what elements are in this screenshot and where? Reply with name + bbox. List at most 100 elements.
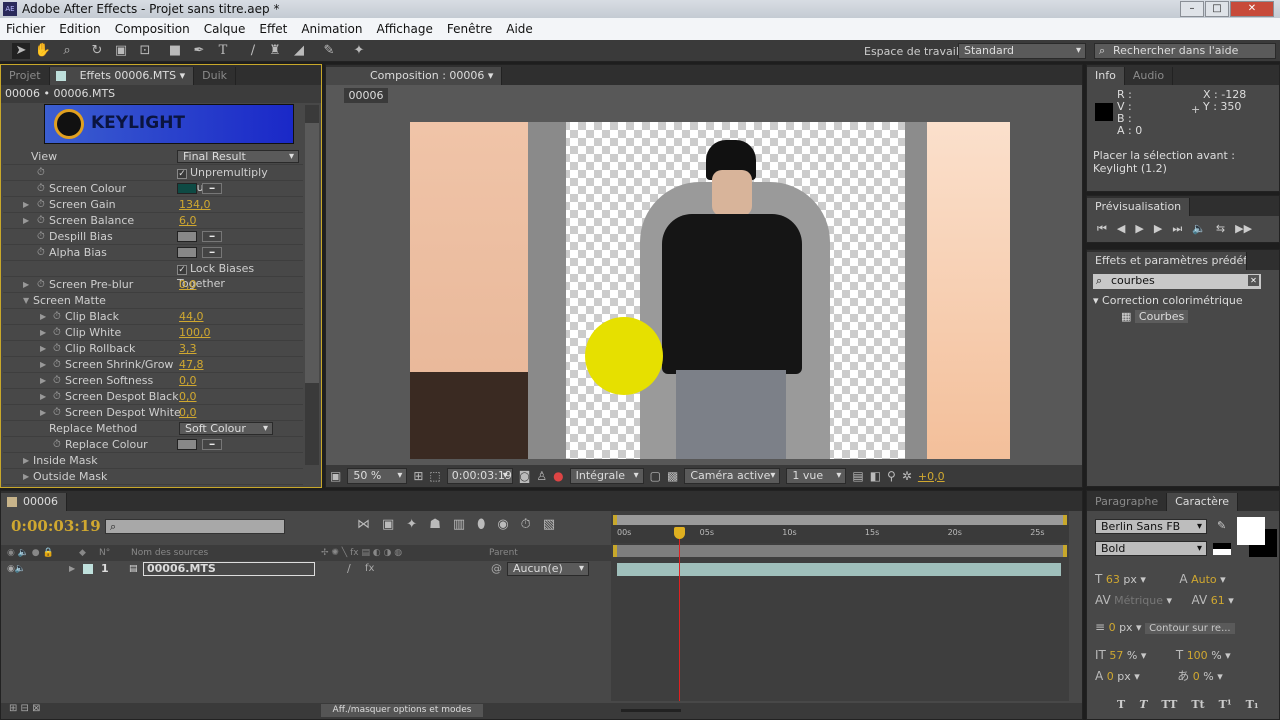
expand-triangle-icon[interactable]: ▶ (23, 277, 29, 292)
layer-duration-bar[interactable] (617, 563, 1061, 576)
vscale-value[interactable]: 57 (1109, 649, 1123, 662)
prop-value[interactable]: 100,0 (179, 325, 211, 340)
composition-crumb[interactable]: 00006 (344, 88, 388, 103)
stopwatch-icon[interactable]: ⏱ (37, 245, 45, 260)
fast-previews-icon[interactable]: ▤ (852, 469, 863, 483)
small-caps-icon[interactable]: Tt (1191, 695, 1204, 715)
stopwatch-icon[interactable]: ⏱ (37, 181, 45, 196)
stopwatch-icon[interactable]: ⏱ (37, 165, 45, 180)
stopwatch-icon[interactable]: ⏱ (37, 229, 45, 244)
stopwatch-icon[interactable]: ⏱ (53, 309, 61, 324)
grid-icon[interactable]: ⊞ (413, 469, 423, 483)
layer-name[interactable]: 00006.MTS (143, 562, 315, 576)
expand-triangle-icon[interactable]: ▶ (40, 341, 46, 356)
snapshot-icon[interactable]: ◙ (519, 469, 531, 483)
expand-triangle-icon[interactable]: ▶ (23, 213, 29, 228)
pan-behind-tool-icon[interactable]: ⊡ (136, 43, 154, 59)
clear-search-icon[interactable]: ✕ (1248, 275, 1259, 286)
channels-icon[interactable]: ● (553, 469, 563, 483)
expand-triangle-icon[interactable]: ▶ (23, 469, 29, 484)
hand-tool-icon[interactable]: ✋ (34, 43, 52, 59)
menu-edition[interactable]: Edition (59, 22, 101, 36)
effect-switch-icon[interactable]: fx (365, 561, 374, 577)
prop-value[interactable]: 134,0 (179, 197, 211, 212)
first-frame-icon[interactable]: ⏮ (1097, 222, 1107, 236)
tab-effets[interactable]: Effets 00006.MTS ▾ (49, 67, 195, 85)
prop-value[interactable]: 6,0 (179, 213, 197, 228)
prop-value[interactable]: 44,0 (179, 309, 204, 324)
resolution-dropdown[interactable]: Intégrale (569, 468, 644, 484)
clone-stamp-tool-icon[interactable]: ♜ (266, 43, 284, 59)
stopwatch-icon[interactable]: ⏱ (53, 341, 61, 356)
effects-scrollbar[interactable] (305, 105, 319, 465)
expand-triangle-icon[interactable]: ▶ (23, 453, 29, 468)
fill-color[interactable] (1237, 517, 1265, 545)
viewer-canvas[interactable] (410, 122, 1010, 459)
maximize-button[interactable]: □ (1205, 1, 1229, 17)
tab-paragraphe[interactable]: Paragraphe (1087, 493, 1168, 511)
views-dropdown[interactable]: 1 vue (786, 468, 847, 484)
color-swatch[interactable] (177, 231, 197, 242)
timeline-graph-area[interactable]: 00s 05s 10s 15s 20s 25s (611, 511, 1069, 701)
zoom-tool-icon[interactable]: ⌕ (58, 43, 76, 59)
column-source-name[interactable]: Nom des sources (131, 545, 208, 561)
color-swatch[interactable] (177, 247, 197, 258)
zoom-dropdown[interactable]: 50 % (347, 468, 408, 484)
region-of-interest-icon[interactable]: ▢ (650, 469, 661, 483)
view-dropdown[interactable]: Final Result (177, 150, 299, 163)
eyedropper-icon[interactable]: ✎ (1217, 519, 1226, 532)
timeline-icon[interactable]: ◧ (870, 469, 881, 483)
text-tool-icon[interactable]: T (214, 43, 232, 59)
prop-value[interactable]: 0,0 (179, 277, 197, 292)
timeline-navigator[interactable] (613, 545, 1067, 557)
graph-editor-icon[interactable]: ▧ (543, 517, 555, 532)
color-swatch[interactable] (177, 439, 197, 450)
tab-audio[interactable]: Audio (1125, 67, 1174, 85)
menu-composition[interactable]: Composition (115, 22, 190, 36)
stopwatch-icon[interactable]: ⏱ (53, 437, 61, 452)
parent-dropdown[interactable]: Aucun(e) (507, 562, 589, 576)
tab-timeline-00006[interactable]: 00006 (1, 493, 67, 511)
tracking-value[interactable]: 61 (1211, 594, 1225, 607)
draft-3d-icon[interactable]: ✦ (406, 517, 417, 532)
stopwatch-icon[interactable]: ⏱ (37, 197, 45, 212)
tab-projet[interactable]: Projet (1, 67, 50, 85)
work-area-bar[interactable] (613, 515, 1067, 525)
frame-blending-icon[interactable]: ▥ (453, 517, 465, 532)
menu-affichage[interactable]: Affichage (377, 22, 433, 36)
current-time-field[interactable]: 0:00:03:19 (446, 468, 513, 484)
camera-tool-icon[interactable]: ▣ (112, 43, 130, 59)
eraser-tool-icon[interactable]: ◢ (290, 43, 308, 59)
timeline-timecode[interactable]: 0:00:03:19 (11, 517, 101, 535)
puppet-tool-icon[interactable]: ✦ (350, 43, 368, 59)
black-white-icon[interactable] (1213, 543, 1231, 555)
auto-keyframe-icon[interactable]: ⏱ (521, 517, 531, 532)
menu-effet[interactable]: Effet (259, 22, 287, 36)
ram-preview-icon[interactable]: ▶▶ (1235, 222, 1252, 236)
pen-tool-icon[interactable]: ✒ (190, 43, 208, 59)
menu-aide[interactable]: Aide (506, 22, 533, 36)
leading-value[interactable]: Auto (1191, 573, 1217, 586)
font-size-value[interactable]: 63 (1106, 573, 1120, 586)
expand-triangle-icon[interactable]: ▶ (40, 309, 46, 324)
prop-value[interactable]: 3,3 (179, 341, 197, 356)
expand-triangle-icon[interactable]: ▼ (23, 293, 29, 308)
brainstorm-icon[interactable]: ◉ (497, 517, 508, 532)
footer-toggle-icons[interactable]: ⊞ ⊟ ⊠ (9, 703, 41, 714)
next-frame-icon[interactable]: ▶ (1154, 222, 1162, 236)
expand-triangle-icon[interactable]: ▶ (40, 357, 46, 372)
shy-layers-icon[interactable]: ☗ (429, 517, 441, 532)
eyedropper-icon[interactable]: ━ (202, 439, 222, 450)
category-correction[interactable]: ▾ Correction colorimétrique (1093, 294, 1243, 307)
all-caps-icon[interactable]: TT (1161, 695, 1177, 715)
camera-dropdown[interactable]: Caméra active (684, 468, 781, 484)
show-snapshot-icon[interactable]: ♙ (536, 469, 547, 483)
pick-whip-icon[interactable]: @ (491, 561, 502, 577)
stroke-mode-dropdown[interactable]: Contour sur re... (1145, 623, 1235, 634)
subscript-icon[interactable]: T₁ (1246, 695, 1259, 715)
expand-triangle-icon[interactable]: ▶ (40, 373, 46, 388)
superscript-icon[interactable]: T¹ (1219, 695, 1232, 715)
transparency-grid-icon[interactable]: ▩ (667, 469, 678, 483)
tsume-value[interactable]: 0 (1193, 670, 1200, 683)
expand-layer-icon[interactable]: ▶ (69, 561, 75, 577)
